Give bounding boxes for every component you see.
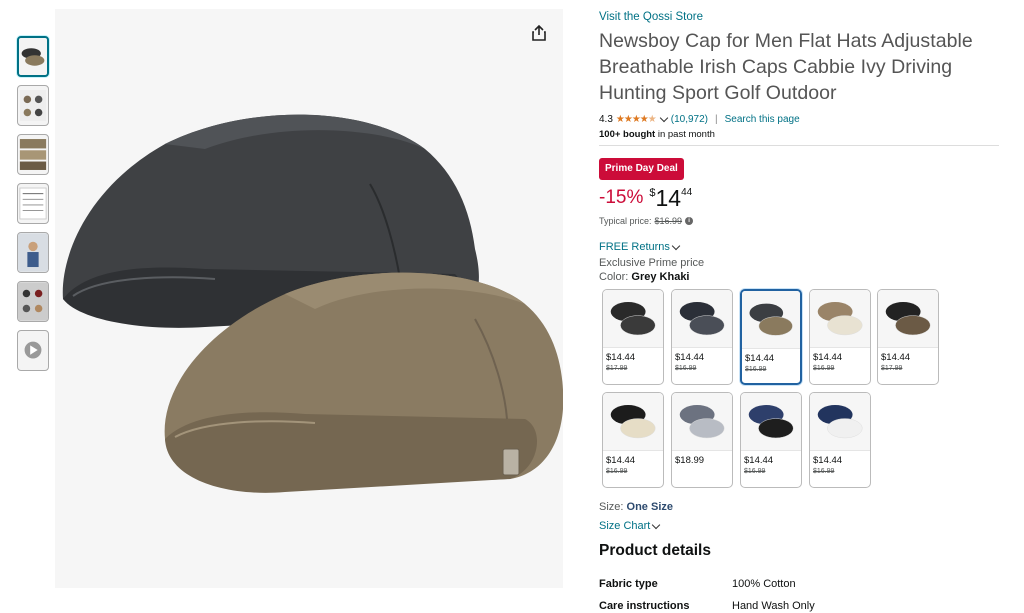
bought-in-past-month: 100+ bought in past month [599, 129, 999, 140]
main-product-image[interactable] [55, 9, 563, 588]
rating-row: 4.3 ★★★★★ (10,972) | Search this page [599, 112, 999, 126]
swatch-image [603, 290, 663, 348]
color-swatch[interactable]: $14.44 $16.99 [740, 289, 802, 385]
info-icon[interactable]: i [685, 217, 694, 225]
product-detail-row: Care instructions Hand Wash Only [599, 595, 999, 613]
color-label: Color: Grey Khaki [599, 271, 999, 283]
typical-price-label: Typical price: [599, 216, 652, 226]
color-swatch[interactable]: $18.99 [671, 392, 733, 488]
size-chart-label: Size Chart [599, 520, 651, 532]
product-detail-row: Fabric type 100% Cotton [599, 573, 999, 595]
swatch-price: $14.44 [813, 455, 843, 466]
color-swatch[interactable]: $14.44 $16.99 [809, 392, 871, 488]
swatch-image [603, 393, 663, 451]
share-button[interactable] [527, 21, 551, 45]
chevron-down-icon [671, 241, 681, 250]
swatch-price: $14.44 [675, 352, 705, 363]
thumbnail-3[interactable] [17, 134, 49, 175]
chevron-down-icon [652, 520, 661, 529]
color-swatch[interactable]: $14.44 $16.99 [740, 392, 802, 488]
thumbnail-4[interactable] [17, 183, 49, 224]
color-swatch[interactable]: $14.44 $16.99 [809, 289, 871, 385]
detail-key: Care instructions [599, 600, 690, 612]
swatch-list-price: $16.99 [744, 468, 766, 475]
swatch-price: $14.44 [745, 353, 775, 364]
swatch-list-price: $16.99 [606, 468, 628, 475]
swatch-image [741, 393, 801, 451]
price-whole: 14 [655, 185, 682, 211]
bought-period: in past month [655, 129, 715, 140]
swatch-price: $14.44 [606, 352, 636, 363]
hats-image [62, 114, 563, 493]
size-value: One Size [626, 501, 673, 513]
thumbnail-5[interactable] [17, 232, 49, 273]
typical-price: Typical price: $16.99 i [599, 216, 999, 226]
color-swatch[interactable]: $14.44 $17.99 [877, 289, 939, 385]
thumbnail-1[interactable] [17, 36, 49, 77]
size-label: Size: [599, 501, 624, 513]
swatch-list-price: $16.99 [813, 468, 835, 475]
detail-key: Fabric type [599, 578, 658, 590]
swatch-image [810, 393, 870, 451]
typical-price-value: $16.99 [654, 216, 683, 226]
color-swatch[interactable]: $14.44 $16.99 [671, 289, 733, 385]
swatch-list-price: $16.99 [675, 365, 697, 372]
size-row: Size: One Size [599, 501, 673, 513]
thumbnail-2[interactable] [17, 85, 49, 126]
swatch-price: $14.44 [813, 352, 843, 363]
store-link[interactable]: Visit the Qossi Store [599, 10, 999, 25]
swatch-list-price: $17.99 [881, 365, 903, 372]
swatch-image [878, 290, 938, 348]
exclusive-prime-price: Exclusive Prime price [599, 257, 705, 269]
price-fraction: 44 [681, 187, 693, 198]
product-details-table: Fabric type 100% Cotton Care instruction… [599, 573, 999, 613]
product-title: Newsboy Cap for Men Flat Hats Adjustable… [599, 30, 973, 104]
free-returns-label: FREE Returns [599, 241, 670, 253]
swatch-price: $18.99 [675, 455, 705, 466]
swatch-list-price: $16.99 [745, 366, 767, 373]
color-swatch[interactable]: $14.44 $17.99 [602, 289, 664, 385]
discount-percent: -15% [599, 187, 644, 208]
thumbnail-video[interactable] [17, 330, 49, 371]
detail-value: Hand Wash Only [732, 600, 815, 612]
star-rating-icon[interactable]: ★★★★★ [616, 114, 657, 125]
swatch-list-price: $17.99 [606, 365, 628, 372]
color-swatch[interactable]: $14.44 $16.99 [602, 392, 664, 488]
swatch-list-price: $16.99 [813, 365, 835, 372]
color-label-text: Color: [599, 271, 629, 283]
rating-value: 4.3 [599, 113, 613, 125]
product-details-column: Visit the Qossi Store Newsboy Cap for Me… [599, 10, 999, 283]
price-row: -15% $ 14 44 [599, 186, 999, 210]
divider [599, 145, 999, 146]
chevron-down-icon[interactable] [659, 113, 668, 122]
ratings-count-link[interactable]: (10,972) [671, 114, 708, 125]
thumbnail-6[interactable] [17, 281, 49, 322]
search-page-link[interactable]: Search this page [725, 114, 800, 125]
swatch-image [810, 290, 870, 348]
free-returns-link[interactable]: FREE Returns [599, 240, 999, 254]
size-chart-link[interactable]: Size Chart [599, 520, 663, 532]
thumbnail-list [17, 36, 50, 379]
rating-separator: | [714, 113, 718, 125]
detail-value: 100% Cotton [732, 578, 796, 590]
swatch-price: $14.44 [606, 455, 636, 466]
swatch-image [672, 290, 732, 348]
deal-badge: Prime Day Deal [599, 158, 684, 180]
bought-count: 100+ bought [599, 129, 656, 140]
color-selected-value: Grey Khaki [631, 271, 690, 283]
swatch-image [742, 291, 800, 349]
swatch-price: $14.44 [881, 352, 911, 363]
share-icon [532, 24, 546, 41]
swatch-image [672, 393, 732, 451]
product-details-heading: Product details [599, 542, 711, 559]
swatch-price: $14.44 [744, 455, 774, 466]
